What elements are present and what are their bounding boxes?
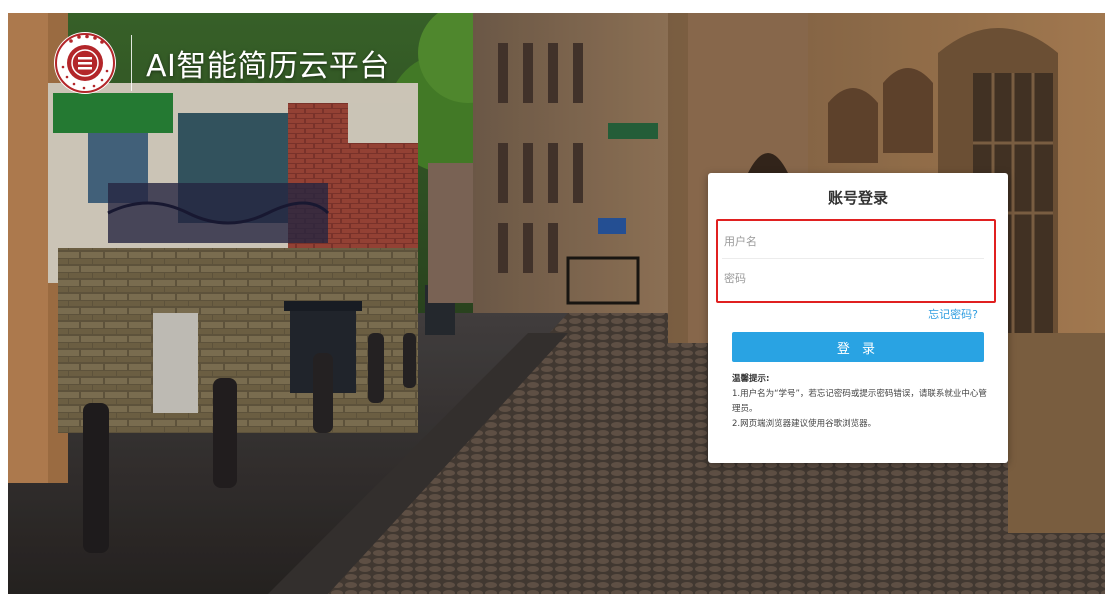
brand-header: AI智能简历云平台 xyxy=(53,31,390,95)
tips-heading: 温馨提示: xyxy=(732,374,770,384)
username-field[interactable] xyxy=(722,224,984,259)
username-input[interactable] xyxy=(722,233,984,249)
login-page: AI智能简历云平台 账号登录 忘记密码? 登 录 温馨提示: 1.用户名为“学号… xyxy=(8,13,1105,594)
password-field[interactable] xyxy=(722,261,984,295)
tip-item: 1.用户名为“学号”，若忘记密码或提示密码错误，请联系就业中心管理员。 xyxy=(732,389,987,414)
password-input[interactable] xyxy=(722,270,984,286)
brand-divider xyxy=(131,35,132,91)
login-title: 账号登录 xyxy=(827,189,888,207)
university-seal-icon xyxy=(53,31,117,95)
login-panel: 账号登录 忘记密码? 登 录 温馨提示: 1.用户名为“学号”，若忘记密码或提示… xyxy=(708,173,1008,463)
tip-item: 2.网页端浏览器建议使用谷歌浏览器。 xyxy=(732,419,877,429)
forgot-password-link[interactable]: 忘记密码? xyxy=(928,306,978,322)
login-tips: 温馨提示: 1.用户名为“学号”，若忘记密码或提示密码错误，请联系就业中心管理员… xyxy=(732,372,992,432)
login-button[interactable]: 登 录 xyxy=(732,332,984,362)
platform-title: AI智能简历云平台 xyxy=(146,49,390,84)
